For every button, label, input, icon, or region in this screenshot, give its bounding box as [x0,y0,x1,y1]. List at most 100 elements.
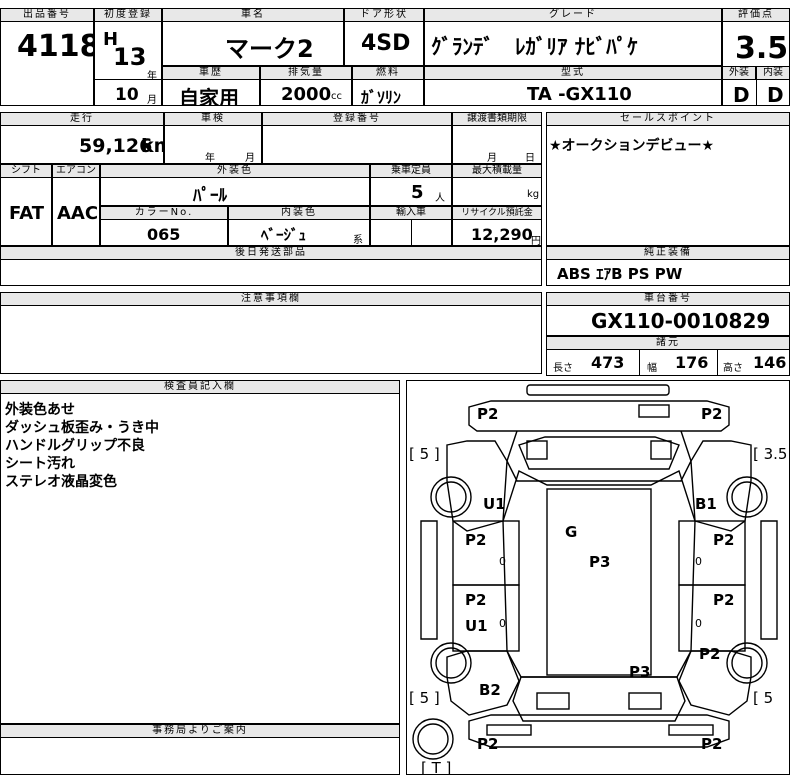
mark-door-rear-right: P2 [713,591,735,609]
shift: FAT [9,203,45,224]
color-no-cell: カラーNo. 065 [100,206,228,246]
mark-p2-rear-right: P2 [699,645,721,663]
transfer-deadline-label: 譲渡書類期限 [453,113,541,126]
import-cell: 輸入車 [370,206,452,246]
width: 176 [675,353,709,372]
transfer-month-unit: 月 [487,153,497,164]
history: 自家用 [179,86,239,106]
displacement: 2000 [281,84,332,105]
inspection-label: 車検 [165,113,261,126]
inspection-month-unit: 月 [245,153,255,164]
interior-label: 内装 [756,66,789,80]
lot-number: 4118 [17,29,94,64]
inspector-notes-label: 検査員記入欄 [1,381,399,394]
score-cell: 評価点 3.5 外装 内装 D D [722,8,790,106]
car-outline [412,384,778,760]
genuine-equipment-cell: 純正装備 ABS ｴｱB PS PW [546,246,790,286]
month-unit: 月 [147,95,157,106]
car-name-cell: 車名 マーク2 [162,8,344,66]
mileage-cell: 走行 59,126 km [0,112,164,164]
sales-point-label: セールスポイント [547,113,789,126]
score: 3.5 [735,31,789,66]
mark-b1: B1 [695,495,717,513]
mark-bracket-rear-left: [ 5 ] [409,689,440,707]
office-notice-label: 事務局よりご案内 [1,725,399,738]
sales-point-text: ★オークションデビュー★ [549,138,715,154]
color-no: 065 [147,225,181,244]
grade-label: グレード [425,9,721,22]
mark-bracket-front-right: [ 3.5 [753,445,788,463]
transfer-deadline-cell: 譲渡書類期限 月 日 [452,112,542,164]
length: 473 [591,353,625,372]
genuine-equipment: ABS ｴｱB PS PW [557,265,683,283]
reg-number-cell: 登録番号 [262,112,452,164]
history-label: 車歴 [163,67,259,80]
lot-number-label: 出品番号 [1,9,93,22]
score-label: 評価点 [723,9,789,22]
specs-label: 諸元 [547,337,789,350]
door-type: 4SD [361,31,411,56]
aircon-label: エアコン [53,165,99,178]
transfer-day-unit: 日 [525,153,535,164]
mileage-label: 走行 [1,113,163,126]
car-name-label: 車名 [163,9,343,22]
car-name: マーク2 [225,35,314,63]
lot-number-cell: 出品番号 4118 [0,8,94,106]
mark-b2: B2 [479,681,501,699]
mark-g: G [565,523,578,541]
history-cell: 車歴 自家用 [162,66,260,106]
max-load-cell: 最大積載量 kg [452,164,542,206]
shift-label: シフト [1,165,51,178]
displacement-label: 排気量 [261,67,351,80]
sales-point-cell: セールスポイント ★オークションデビュー★ [546,112,790,246]
mark-door-front-right: P2 [713,531,735,549]
int-color-label: 内装色 [229,207,369,220]
displacement-cell: 排気量 2000 cc [260,66,352,106]
fuel-cell: 燃料 ｶﾞｿﾘﾝ [352,66,424,106]
genuine-equipment-label: 純正装備 [547,247,789,260]
door-type-label: ドア形状 [345,9,423,22]
interior-grade: D [767,83,784,106]
chassis-label: 車台番号 [547,293,789,306]
registration-year: 13 [113,43,147,71]
chassis-number: GX110-0010829 [591,309,771,333]
inspector-note: ダッシュ板歪み・うき中 [5,420,159,436]
max-load-label: 最大積載量 [453,165,541,178]
mark-u1-front: U1 [483,495,506,513]
caution-cell: 注意事項欄 [0,292,542,374]
door-type-cell: ドア形状 4SD [344,8,424,66]
exterior-label: 外装 [723,66,756,80]
office-notice-cell: 事務局よりご案内 [0,724,400,775]
mark-door-front-left: P2 [465,531,487,549]
aircon: AAC [57,203,99,224]
model-cell: 型式 TA -GX110 [424,66,722,106]
mark-zero: 0 [499,617,506,630]
inspector-notes-cell: 検査員記入欄 外装色あせ ダッシュ板歪み・うき中 ハンドルグリップ不良 シート汚… [0,380,400,724]
recycle-fee: 12,290 [471,225,533,244]
color-no-label: カラーNo. [101,207,227,220]
inspector-note: ステレオ液晶変色 [5,474,117,490]
capacity: 5 [411,182,424,203]
capacity-label: 乗車定員 [371,165,451,178]
inspector-note: 外装色あせ [5,402,75,418]
mark-zero: 0 [499,555,506,568]
mark-p3-trunk: P3 [629,663,651,681]
capacity-cell: 乗車定員 5 人 [370,164,452,206]
int-color: ﾍﾞｰｼﾞｭ [261,226,307,244]
first-registration-cell: 初度登録 H 13 年 10 月 [94,8,162,106]
capacity-unit: 人 [435,193,445,204]
shift-cell: シフト FAT [0,164,52,246]
fuel-label: 燃料 [353,67,423,80]
displacement-unit: cc [331,91,342,102]
chassis-cell: 車台番号 GX110-0010829 [546,292,790,336]
model: TA -GX110 [527,84,632,105]
mark-rear-right: P2 [701,735,723,753]
registration-month: 10 [115,85,139,105]
mark-zero: 0 [695,555,702,568]
mark-bracket-front-left: [ 5 ] [409,445,440,463]
mark-u1-rear: U1 [465,617,488,635]
import-label: 輸入車 [371,207,451,220]
int-color-unit: 系 [353,235,363,246]
inspector-note: ハンドルグリップ不良 [5,438,145,454]
recycle-unit: 円 [531,236,541,246]
